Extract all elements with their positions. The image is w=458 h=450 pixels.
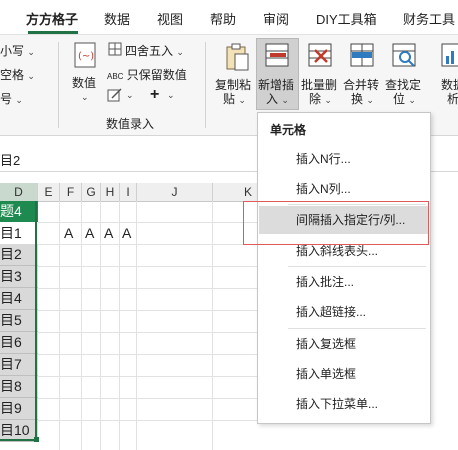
grid-line: [38, 244, 258, 245]
grid-line: [38, 354, 258, 355]
chevron-down-icon: ⌄: [27, 71, 35, 81]
copy-paste-button-line2[interactable]: 贴 ⌄: [223, 90, 246, 107]
chevron-down-icon: ⌄: [238, 95, 246, 105]
menu-section-title: 单元格: [270, 123, 307, 137]
rounding-button[interactable]: 四舍五入 ⌄: [125, 42, 184, 59]
highlight-annotation-box: [243, 201, 429, 245]
menu-item-insert-rows[interactable]: 插入N行...: [259, 145, 429, 173]
grid-line: [38, 420, 258, 421]
menu-item-insert-checkbox[interactable]: 插入复选框: [259, 330, 429, 358]
column-header-I[interactable]: I: [120, 183, 137, 202]
grid-line: [100, 201, 101, 450]
grid-line: [38, 288, 258, 289]
clipboard-icon[interactable]: [224, 42, 250, 72]
cell-H1[interactable]: A: [104, 225, 113, 241]
chevron-down-icon: ⌄: [366, 95, 374, 105]
chevron-down-icon: ⌄: [27, 47, 35, 57]
number-value-icon[interactable]: (~): [74, 42, 96, 68]
plus-icon[interactable]: +: [150, 86, 159, 104]
grid-line: [38, 398, 258, 399]
keep-values-button[interactable]: ABC 只保留数值: [107, 66, 187, 83]
column-header-F[interactable]: F: [60, 183, 82, 202]
ribbon-separator: [205, 42, 206, 128]
menu-item-insert-comment[interactable]: 插入批注...: [259, 268, 429, 296]
data-analysis-icon[interactable]: [440, 42, 458, 70]
column-header-G[interactable]: G: [82, 183, 101, 202]
menu-item-insert-dropdown[interactable]: 插入下拉菜单...: [259, 390, 429, 418]
column-header-D[interactable]: D: [0, 183, 38, 203]
menu-item-insert-radio[interactable]: 插入单选框: [259, 360, 429, 388]
menu-separator: [288, 328, 426, 329]
group-label-number-entry: 数值录入: [106, 117, 155, 131]
cell-I1[interactable]: A: [122, 225, 131, 241]
tab-finance[interactable]: 财务工具: [403, 9, 455, 28]
chevron-down-icon: ⌄: [15, 95, 23, 105]
chevron-down-icon: ⌄: [408, 95, 416, 105]
chevron-down-icon: ⌄: [324, 95, 332, 105]
formula-bar-input[interactable]: 目2: [0, 150, 20, 169]
cell-G1[interactable]: A: [85, 225, 94, 241]
menu-item-insert-columns[interactable]: 插入N列...: [259, 175, 429, 203]
menu-item-insert-hyperlink[interactable]: 插入超链接...: [259, 298, 429, 326]
column-header-H[interactable]: H: [101, 183, 120, 202]
grid-line: [38, 222, 258, 223]
data-analysis-button-line2[interactable]: 析: [447, 90, 458, 107]
grid-line: [212, 201, 213, 450]
merge-convert-button-line2[interactable]: 换 ⌄: [351, 90, 374, 107]
selection-border: [0, 201, 37, 441]
tab-review[interactable]: 审阅: [263, 9, 289, 28]
insert-dropdown-menu: 单元格 插入N行... 插入N列... 间隔插入指定行/列... 插入斜线表头.…: [257, 112, 431, 424]
fill-handle[interactable]: [34, 437, 39, 442]
find-locate-button-line2[interactable]: 位 ⌄: [393, 90, 416, 107]
grid-line: [119, 201, 120, 450]
grid-line: [38, 310, 258, 311]
edit-icon[interactable]: [107, 88, 123, 102]
active-tab-indicator: [28, 31, 78, 34]
insert-new-label-line2: 入 ⌄: [266, 92, 289, 106]
tab-fangfang[interactable]: 方方格子: [26, 9, 78, 28]
tab-diy[interactable]: DIY工具箱: [316, 9, 377, 28]
chevron-down-icon: ⌄: [167, 90, 175, 100]
number-button[interactable]: 号 ⌄: [0, 90, 23, 107]
tab-view[interactable]: 视图: [157, 9, 183, 28]
merge-convert-icon[interactable]: [349, 42, 377, 70]
menu-separator: [288, 266, 426, 267]
chevron-down-icon: ⌄: [81, 92, 89, 102]
grid-line: [38, 332, 258, 333]
chevron-down-icon: ⌄: [176, 47, 184, 57]
chevron-down-icon: ⌄: [126, 90, 134, 100]
lowercase-button[interactable]: 小写 ⌄: [0, 42, 35, 59]
space-button[interactable]: 空格 ⌄: [0, 66, 35, 83]
tab-help[interactable]: 帮助: [210, 9, 236, 28]
find-locate-icon[interactable]: [391, 42, 419, 70]
number-value-label[interactable]: 数值: [72, 74, 96, 91]
grid-line: [38, 266, 258, 267]
grid-line: [59, 201, 60, 450]
grid-line: [136, 201, 137, 450]
insert-table-icon: [264, 42, 292, 70]
column-header-J[interactable]: J: [137, 183, 213, 202]
ribbon-separator: [58, 42, 59, 128]
cell-F1[interactable]: A: [64, 225, 73, 241]
round-icon: [108, 42, 122, 56]
grid-line: [81, 201, 82, 450]
grid-line: [38, 376, 258, 377]
tab-data[interactable]: 数据: [104, 9, 130, 28]
ribbon-tabs: 方方格子 数据 视图 帮助 审阅 DIY工具箱 财务工具: [0, 0, 458, 35]
batch-delete-icon[interactable]: [307, 42, 335, 70]
column-header-E[interactable]: E: [38, 183, 60, 202]
chevron-down-icon: ⌄: [281, 95, 289, 105]
batch-delete-button-line2[interactable]: 除 ⌄: [309, 90, 332, 107]
svg-text:(~): (~): [78, 51, 94, 62]
